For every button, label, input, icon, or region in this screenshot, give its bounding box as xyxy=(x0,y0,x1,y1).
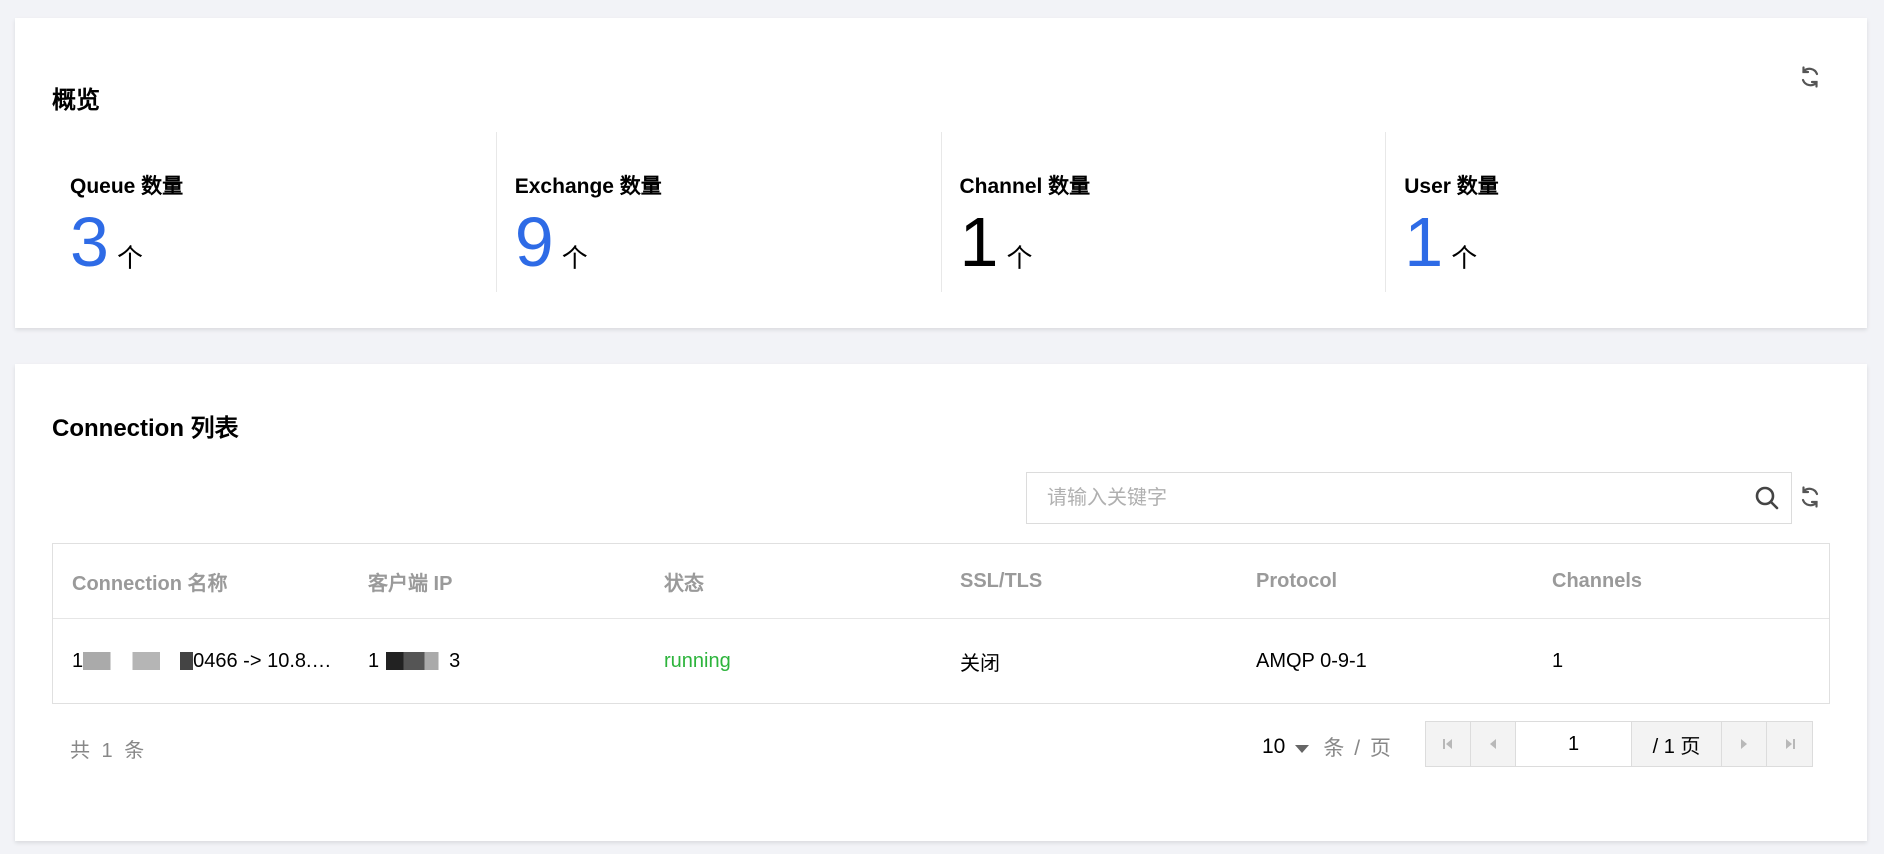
connection-name-suffix: 0466 -> 10.8.… xyxy=(193,649,332,672)
page-size-unit: 条 / 页 xyxy=(1323,737,1393,760)
search-input[interactable] xyxy=(1027,474,1743,522)
connection-refresh-button[interactable] xyxy=(1797,484,1823,510)
column-header[interactable]: SSL/TLS xyxy=(941,570,1237,593)
total-count: 共 1 条 xyxy=(70,740,148,762)
stat-exchange: Exchange 数量 9 个 xyxy=(495,132,941,292)
stat-channel: Channel 数量 1 个 xyxy=(940,132,1386,292)
column-header[interactable]: 状态 xyxy=(645,567,941,596)
last-page-button[interactable] xyxy=(1767,722,1812,766)
column-header[interactable]: 客户端 IP xyxy=(349,567,645,596)
first-page-icon xyxy=(1443,739,1452,749)
connection-name-cell: 1 0466 -> 10.8.… xyxy=(53,650,349,673)
stat-unit: 个 xyxy=(116,243,143,273)
stat-user: User 数量 1 个 xyxy=(1385,132,1830,292)
client-ip-cell: 13 xyxy=(349,650,645,673)
overview-title: 概览 xyxy=(52,87,100,114)
total-pages: / 1 页 xyxy=(1632,722,1722,766)
stat-value: 3 xyxy=(70,203,109,281)
first-page-button[interactable] xyxy=(1426,722,1471,766)
connection-table: Connection 名称 客户端 IP 状态 SSL/TLS Protocol… xyxy=(52,543,1830,704)
table-header: Connection 名称 客户端 IP 状态 SSL/TLS Protocol… xyxy=(53,544,1829,619)
prev-page-icon xyxy=(1490,739,1496,749)
refresh-icon xyxy=(1801,66,1819,88)
search-button[interactable] xyxy=(1743,474,1791,522)
column-header[interactable]: Connection 名称 xyxy=(53,567,349,596)
connection-title: Connection 列表 xyxy=(52,415,239,442)
prev-page-button[interactable] xyxy=(1471,722,1516,766)
stat-label: Queue 数量 xyxy=(70,175,184,198)
stat-label: Exchange 数量 xyxy=(514,175,662,198)
table-row[interactable]: 1 0466 -> 10.8.… 13 running 关闭 AMQP 0-9-1… xyxy=(53,619,1829,703)
overview-card: 概览 Queue 数量 3 个 Exchange 数量 9 个 Channel … xyxy=(15,18,1867,328)
channels-cell: 1 xyxy=(1552,649,1564,672)
next-page-icon xyxy=(1741,739,1747,749)
overview-refresh-button[interactable] xyxy=(1797,64,1823,90)
column-header[interactable]: Protocol xyxy=(1237,570,1533,593)
stat-value: 9 xyxy=(514,203,554,281)
connection-name-prefix: 1 xyxy=(72,649,84,672)
refresh-icon xyxy=(1801,486,1819,508)
status-cell: running xyxy=(664,649,731,672)
pagination: / 1 页 xyxy=(1425,721,1813,767)
search-box xyxy=(1026,472,1792,524)
search-icon xyxy=(1755,486,1779,510)
next-page-button[interactable] xyxy=(1722,722,1767,766)
client-ip-suffix: 3 xyxy=(449,649,461,672)
column-header[interactable]: Channels xyxy=(1533,570,1829,593)
stat-unit: 个 xyxy=(561,243,588,273)
stat-label: User 数量 xyxy=(1404,175,1499,198)
stat-value: 1 xyxy=(959,203,999,281)
page-number-input[interactable] xyxy=(1516,722,1632,766)
overview-stats: Queue 数量 3 个 Exchange 数量 9 个 Channel 数量 … xyxy=(52,132,1830,292)
page-size-dropdown[interactable]: 10 xyxy=(1262,735,1310,759)
stat-unit: 个 xyxy=(1006,243,1033,273)
caret-down-icon xyxy=(1295,744,1310,753)
client-ip-prefix: 1 xyxy=(368,649,380,672)
stat-unit: 个 xyxy=(1451,243,1478,273)
redacted-mask xyxy=(379,652,450,671)
connection-card: Connection 列表 Connection 名称 客户端 IP 状态 SS… xyxy=(15,364,1867,841)
last-page-icon xyxy=(1785,739,1795,749)
ssl-cell: 关闭 xyxy=(960,652,1000,675)
protocol-cell: AMQP 0-9-1 xyxy=(1256,649,1367,672)
stat-queue: Queue 数量 3 个 xyxy=(52,132,496,292)
page-size-selector: 10 条 / 页 xyxy=(1262,732,1393,762)
redacted-mask xyxy=(83,652,194,671)
stat-value: 1 xyxy=(1404,203,1444,281)
page-size-value: 10 xyxy=(1262,735,1286,758)
stat-label: Channel 数量 xyxy=(959,175,1091,198)
